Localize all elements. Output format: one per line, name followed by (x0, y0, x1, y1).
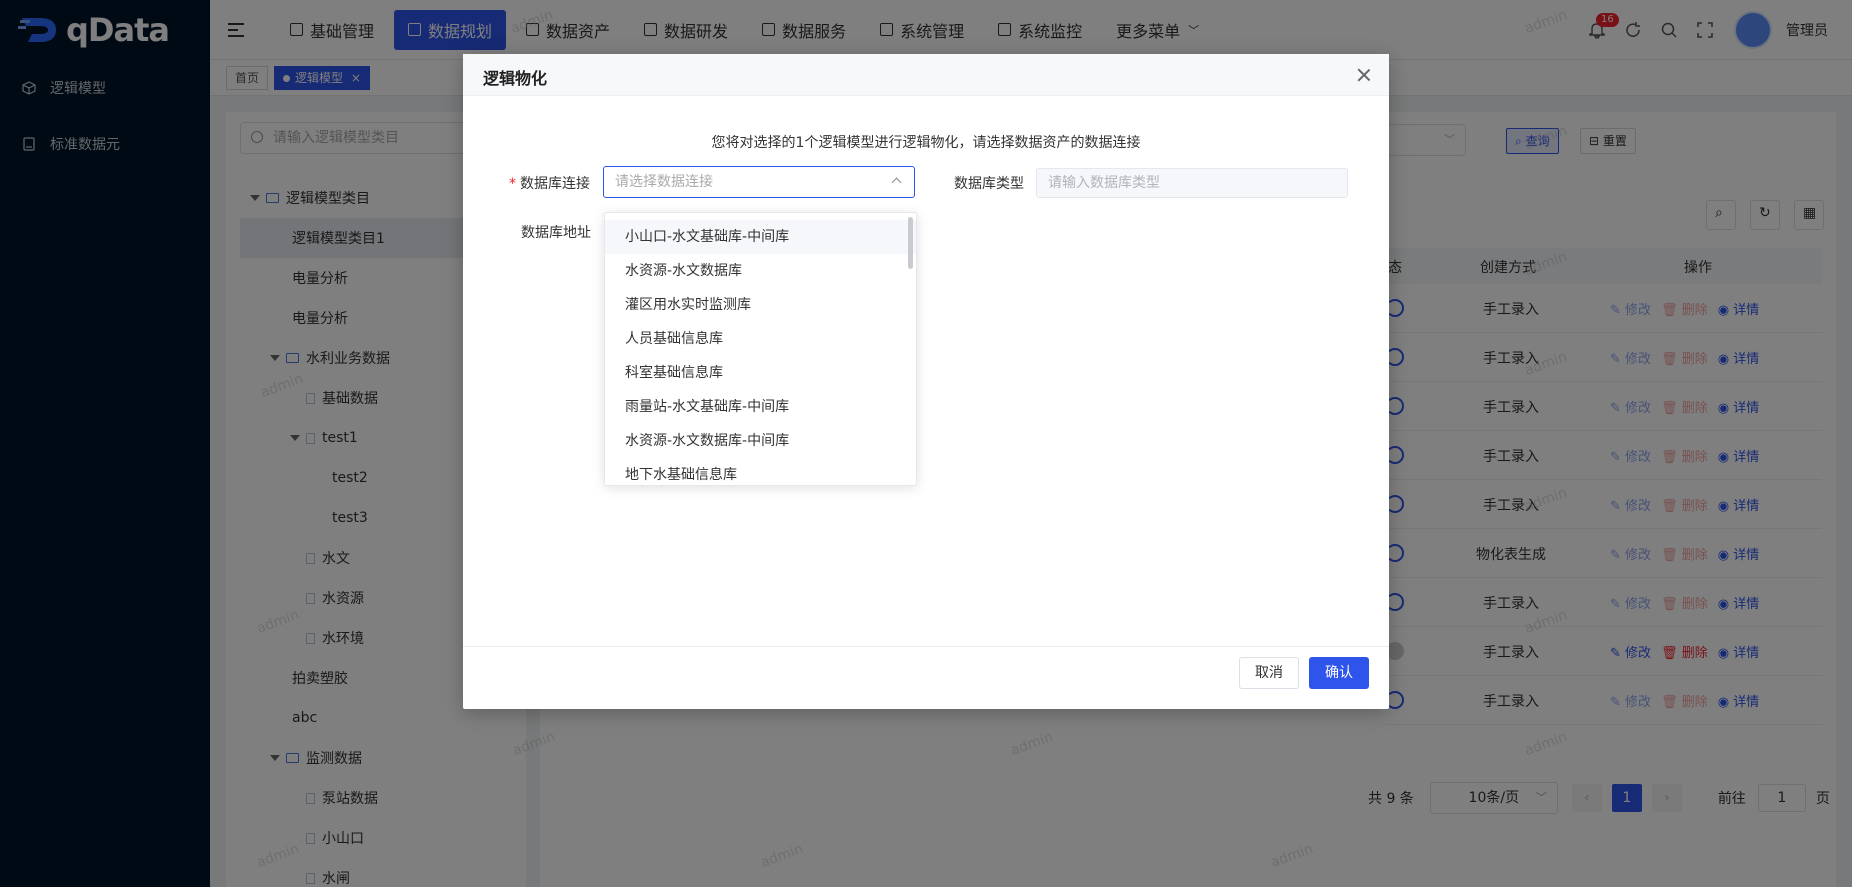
type-placeholder: 请输入数据库类型 (1048, 175, 1160, 191)
dropdown-option[interactable]: 地下水基础信息库 (605, 458, 916, 485)
dropdown-scrollbar[interactable] (908, 217, 913, 269)
required-mark: * (509, 176, 516, 192)
dialog-notice: 您将对选择的1个逻辑模型进行逻辑物化，请选择数据资产的数据连接 (711, 135, 1141, 151)
conn-label-text: 数据库连接 (520, 176, 590, 192)
dropdown-option[interactable]: 小山口-水文基础库-中间库 (605, 220, 916, 254)
dropdown-option[interactable]: 人员基础信息库 (605, 322, 916, 356)
db-connection-select[interactable]: 请选择数据连接 (603, 166, 915, 198)
cancel-button[interactable]: 取消 (1239, 657, 1299, 689)
conn-label: * 数据库连接 (509, 173, 590, 193)
db-type-input[interactable]: 请输入数据库类型 (1036, 168, 1348, 198)
dialog-footer-divider (463, 646, 1389, 647)
dialog-header: 逻辑物化 (463, 54, 1389, 96)
conn-placeholder: 请选择数据连接 (615, 174, 713, 190)
dropdown-option[interactable]: 水资源-水文数据库 (605, 254, 916, 288)
confirm-button[interactable]: 确认 (1309, 657, 1369, 689)
dropdown-option[interactable]: 灌区用水实时监测库 (605, 288, 916, 322)
close-icon[interactable] (1357, 68, 1371, 82)
dropdown-option[interactable]: 水资源-水文数据库-中间库 (605, 424, 916, 458)
addr-label: 数据库地址 (521, 225, 591, 241)
type-label: 数据库类型 (954, 176, 1024, 192)
dialog-title: 逻辑物化 (483, 69, 548, 88)
db-connection-dropdown: 小山口-水文基础库-中间库 水资源-水文数据库 灌区用水实时监测库 人员基础信息库 科室… (604, 212, 917, 486)
materialize-dialog: 逻辑物化 您将对选择的1个逻辑模型进行逻辑物化，请选择数据资产的数据连接 * 数据… (463, 54, 1389, 709)
dropdown-option[interactable]: 科室基础信息库 (605, 356, 916, 390)
chevron-up-icon (891, 177, 902, 188)
dropdown-option[interactable]: 雨量站-水文基础库-中间库 (605, 390, 916, 424)
